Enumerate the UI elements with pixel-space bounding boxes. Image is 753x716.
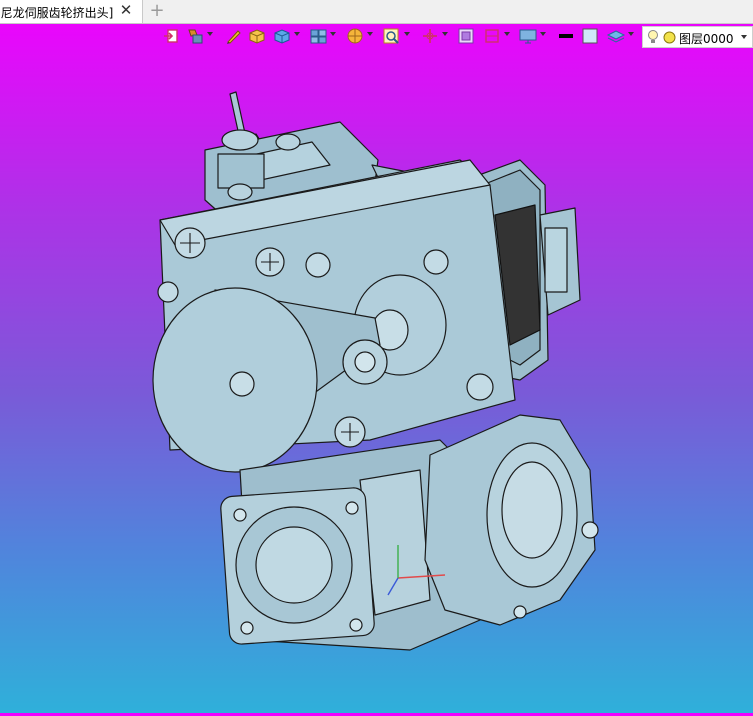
box-solid-icon[interactable] xyxy=(248,25,266,47)
paint-icon[interactable] xyxy=(185,25,213,47)
tab-title: ]尼龙伺服齿轮挤出头] xyxy=(0,6,114,20)
pen-icon[interactable] xyxy=(225,25,243,47)
add-tab-icon[interactable]: + xyxy=(149,2,165,20)
close-icon[interactable]: ✕ xyxy=(118,2,134,18)
extruder-model xyxy=(152,91,599,651)
line-color-icon[interactable] xyxy=(557,25,575,47)
export-icon[interactable] xyxy=(162,25,180,47)
dimension-icon[interactable] xyxy=(482,25,510,47)
document-tab[interactable]: ]尼龙伺服齿轮挤出头] ✕ xyxy=(0,0,143,23)
layer-color-dot-icon xyxy=(663,31,676,44)
section-icon[interactable] xyxy=(345,25,373,47)
color-fill-icon[interactable] xyxy=(581,25,599,47)
layer-stack-icon[interactable] xyxy=(606,25,634,47)
chevron-down-icon[interactable] xyxy=(741,35,747,39)
multi-view-icon[interactable] xyxy=(308,25,336,47)
zoom-icon[interactable] xyxy=(382,25,410,47)
3d-viewport[interactable] xyxy=(0,52,753,713)
view-toolbar: 图层0000 xyxy=(158,23,753,51)
layer-select[interactable]: 图层0000 xyxy=(642,26,753,48)
layer-name: 图层0000 xyxy=(679,32,734,46)
bulb-icon xyxy=(648,30,658,43)
move-icon[interactable] xyxy=(420,25,448,47)
display-icon[interactable] xyxy=(518,25,546,47)
document-tab-bar: ]尼龙伺服齿轮挤出头] ✕ + xyxy=(0,0,753,24)
window-icon[interactable] xyxy=(457,25,475,47)
cube-view-icon[interactable] xyxy=(272,25,300,47)
